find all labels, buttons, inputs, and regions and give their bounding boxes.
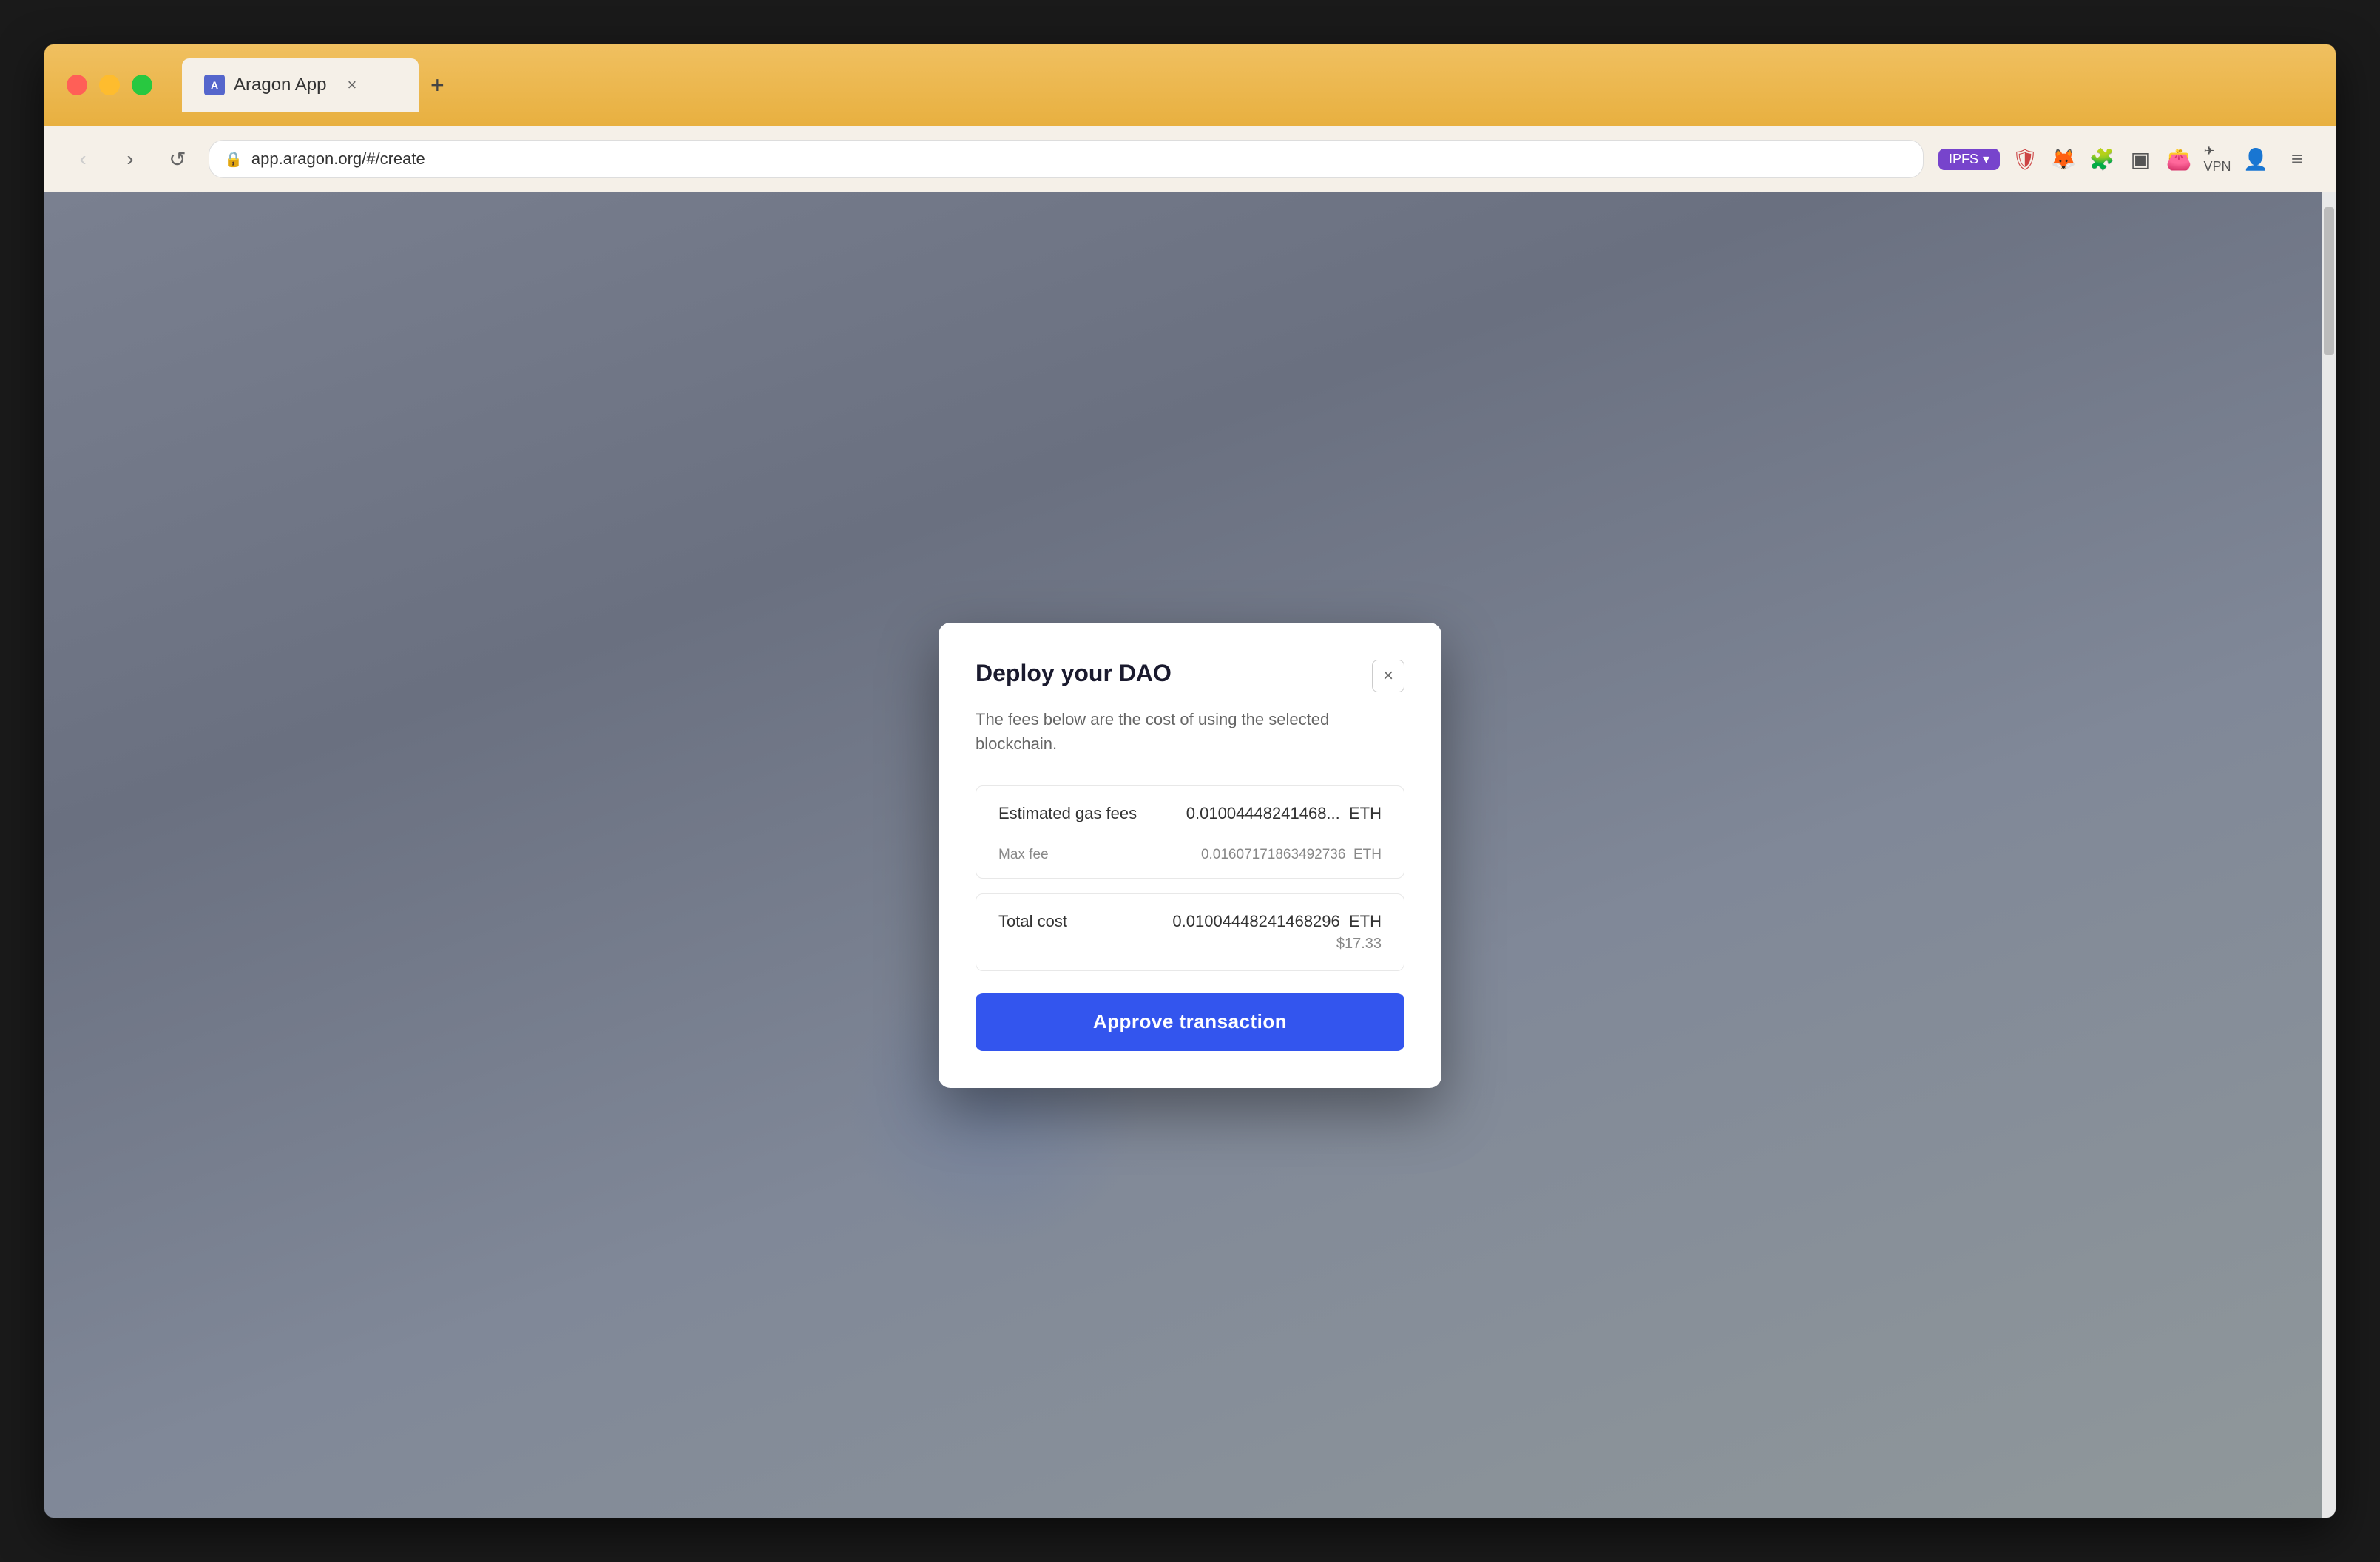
metamask-icon[interactable]: 🦊 bbox=[2050, 146, 2077, 172]
address-bar[interactable]: 🔒 app.aragon.org/#/create bbox=[209, 140, 1924, 178]
refresh-icon: ↺ bbox=[169, 147, 186, 172]
close-button[interactable] bbox=[67, 75, 87, 95]
wallet-icon[interactable]: 👛 bbox=[2166, 146, 2192, 172]
address-text: app.aragon.org/#/create bbox=[251, 149, 1908, 169]
modal-title: Deploy your DAO bbox=[976, 660, 1172, 687]
menu-button[interactable]: ≡ bbox=[2281, 143, 2313, 175]
modal-close-button[interactable]: × bbox=[1372, 660, 1404, 692]
maximize-button[interactable] bbox=[132, 75, 152, 95]
new-tab-button[interactable]: + bbox=[430, 72, 444, 99]
lock-icon: 🔒 bbox=[224, 150, 243, 169]
total-cost-values: 0.01004448241468296 ETH $17.33 bbox=[1172, 912, 1382, 953]
estimated-gas-row: Estimated gas fees 0.01004448241468... E… bbox=[976, 786, 1404, 841]
ipfs-label: IPFS bbox=[1949, 152, 1978, 167]
extension-icon-1[interactable]: 🧩 bbox=[2089, 146, 2115, 172]
max-fee-label: Max fee bbox=[998, 847, 1049, 863]
scrollbar-thumb[interactable] bbox=[2324, 207, 2334, 355]
ipfs-badge[interactable]: IPFS ▾ bbox=[1938, 149, 2000, 170]
menu-icon: ≡ bbox=[2291, 147, 2303, 171]
tab-title: Aragon App bbox=[234, 75, 326, 95]
ipfs-dropdown-icon: ▾ bbox=[1983, 152, 1989, 167]
estimated-gas-values: 0.01004448241468... ETH bbox=[1186, 804, 1382, 823]
forward-icon: › bbox=[126, 147, 133, 171]
nav-bar: ‹ › ↺ 🔒 app.aragon.org/#/create IPFS ▾ 🛡… bbox=[44, 126, 2336, 192]
total-cost-section: Total cost 0.01004448241468296 ETH $17.3… bbox=[976, 893, 1404, 971]
total-cost-label: Total cost bbox=[998, 912, 1067, 931]
vpn-label[interactable]: ✈ VPN bbox=[2204, 146, 2231, 172]
active-tab[interactable]: A Aragon App × bbox=[182, 58, 419, 112]
tab-favicon: A bbox=[204, 75, 225, 95]
brave-shield-icon[interactable]: 🛡 bbox=[2012, 146, 2038, 172]
refresh-button[interactable]: ↺ bbox=[161, 143, 194, 175]
browser-window: A Aragon App × + ‹ › ↺ 🔒 app.aragon.org/… bbox=[44, 44, 2336, 1518]
estimated-gas-label: Estimated gas fees bbox=[998, 804, 1137, 823]
max-fee-row: Max fee 0.01607171863492736 ETH bbox=[976, 841, 1404, 878]
approve-transaction-button[interactable]: Approve transaction bbox=[976, 993, 1404, 1051]
total-cost-row: Total cost 0.01004448241468296 ETH $17.3… bbox=[998, 912, 1382, 953]
modal-header: Deploy your DAO × bbox=[976, 660, 1404, 692]
minimize-button[interactable] bbox=[99, 75, 120, 95]
scrollbar[interactable] bbox=[2322, 192, 2336, 1518]
page-content: Deploy your DAO × The fees below are the… bbox=[44, 192, 2336, 1518]
profile-icon[interactable]: 👤 bbox=[2242, 146, 2269, 172]
modal-subtitle: The fees below are the cost of using the… bbox=[976, 707, 1404, 756]
sidebar-icon[interactable]: ▣ bbox=[2127, 146, 2154, 172]
total-usd-value: $17.33 bbox=[1172, 936, 1382, 953]
tab-close-button[interactable]: × bbox=[347, 75, 356, 95]
deploy-dao-modal: Deploy your DAO × The fees below are the… bbox=[939, 623, 1441, 1088]
extensions-bar: IPFS ▾ 🛡 🦊 🧩 ▣ 👛 ✈ VPN 👤 ≡ bbox=[1938, 143, 2313, 175]
gas-fees-section: Estimated gas fees 0.01004448241468... E… bbox=[976, 785, 1404, 879]
modal-overlay: Deploy your DAO × The fees below are the… bbox=[44, 192, 2336, 1518]
max-fee-value: 0.01607171863492736 ETH bbox=[1201, 847, 1382, 863]
traffic-lights bbox=[67, 75, 152, 95]
total-eth-value: 0.01004448241468296 ETH bbox=[1172, 912, 1382, 931]
estimated-gas-primary: 0.01004448241468... ETH bbox=[1186, 804, 1382, 823]
forward-button[interactable]: › bbox=[114, 143, 146, 175]
tab-bar: A Aragon App × + bbox=[182, 58, 2269, 112]
back-icon: ‹ bbox=[79, 147, 86, 171]
back-button[interactable]: ‹ bbox=[67, 143, 99, 175]
title-bar: A Aragon App × + bbox=[44, 44, 2336, 126]
